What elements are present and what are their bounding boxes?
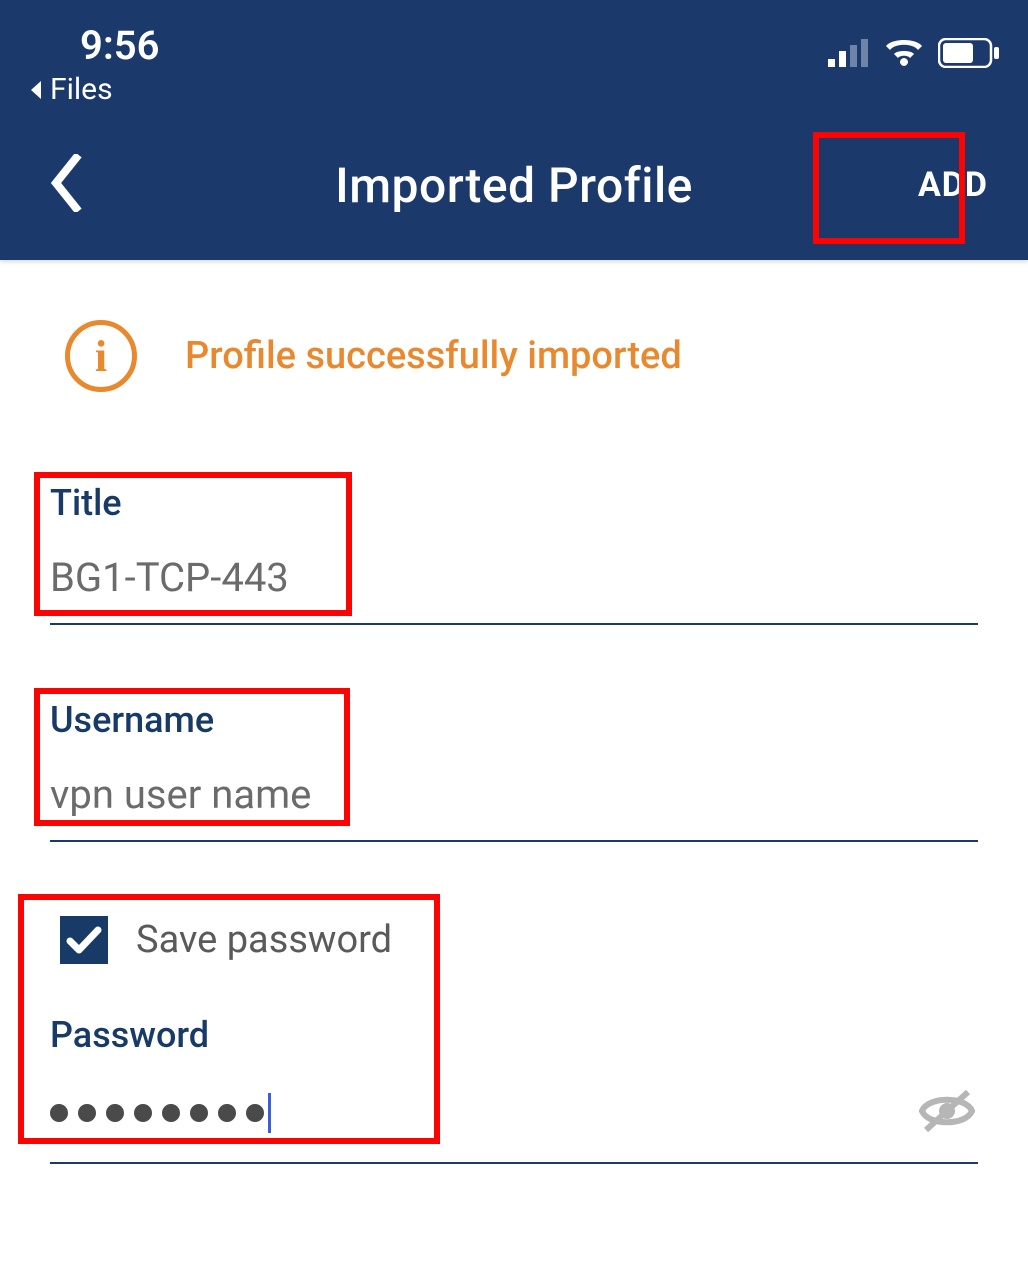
wifi-icon [884, 38, 924, 68]
text-cursor [268, 1093, 271, 1133]
password-field: Password [50, 1014, 978, 1164]
title-label: Title [50, 482, 978, 524]
password-dot [106, 1104, 124, 1122]
password-dot [190, 1104, 208, 1122]
info-icon: i [65, 320, 137, 392]
password-input-row[interactable] [50, 1086, 978, 1140]
save-password-label: Save password [136, 918, 392, 962]
title-field: Title [50, 482, 978, 625]
info-message: Profile successfully imported [185, 334, 682, 378]
password-dot [218, 1104, 236, 1122]
password-dot [162, 1104, 180, 1122]
page-title: Imported Profile [335, 157, 693, 214]
check-icon [66, 925, 102, 955]
password-dot [134, 1104, 152, 1122]
password-dots [50, 1104, 264, 1122]
save-password-row: Save password [50, 916, 978, 964]
back-app-label: Files [50, 72, 113, 107]
status-time: 9:56 [80, 22, 159, 69]
password-dot [246, 1104, 264, 1122]
title-input[interactable] [50, 554, 978, 601]
password-dot [50, 1104, 68, 1122]
back-triangle-icon [28, 79, 44, 101]
nav-bar: Imported Profile ADD [0, 110, 1028, 260]
back-to-app[interactable]: Files [28, 72, 113, 107]
status-bar: 9:56 Files [0, 0, 1028, 110]
status-icons [828, 38, 1000, 68]
back-button[interactable] [50, 154, 82, 216]
password-label: Password [50, 1014, 978, 1056]
visibility-off-icon[interactable] [916, 1086, 978, 1140]
chevron-left-icon [50, 154, 82, 212]
info-banner: i Profile successfully imported [65, 320, 978, 392]
add-button[interactable]: ADD [918, 165, 988, 205]
username-label: Username [50, 699, 978, 741]
cell-signal-icon [828, 39, 870, 67]
username-field: Username [50, 699, 978, 842]
battery-icon [938, 38, 1000, 68]
password-dot [78, 1104, 96, 1122]
save-password-checkbox[interactable] [60, 916, 108, 964]
username-input[interactable] [50, 771, 978, 818]
content-area: i Profile successfully imported Title Us… [0, 260, 1028, 1164]
